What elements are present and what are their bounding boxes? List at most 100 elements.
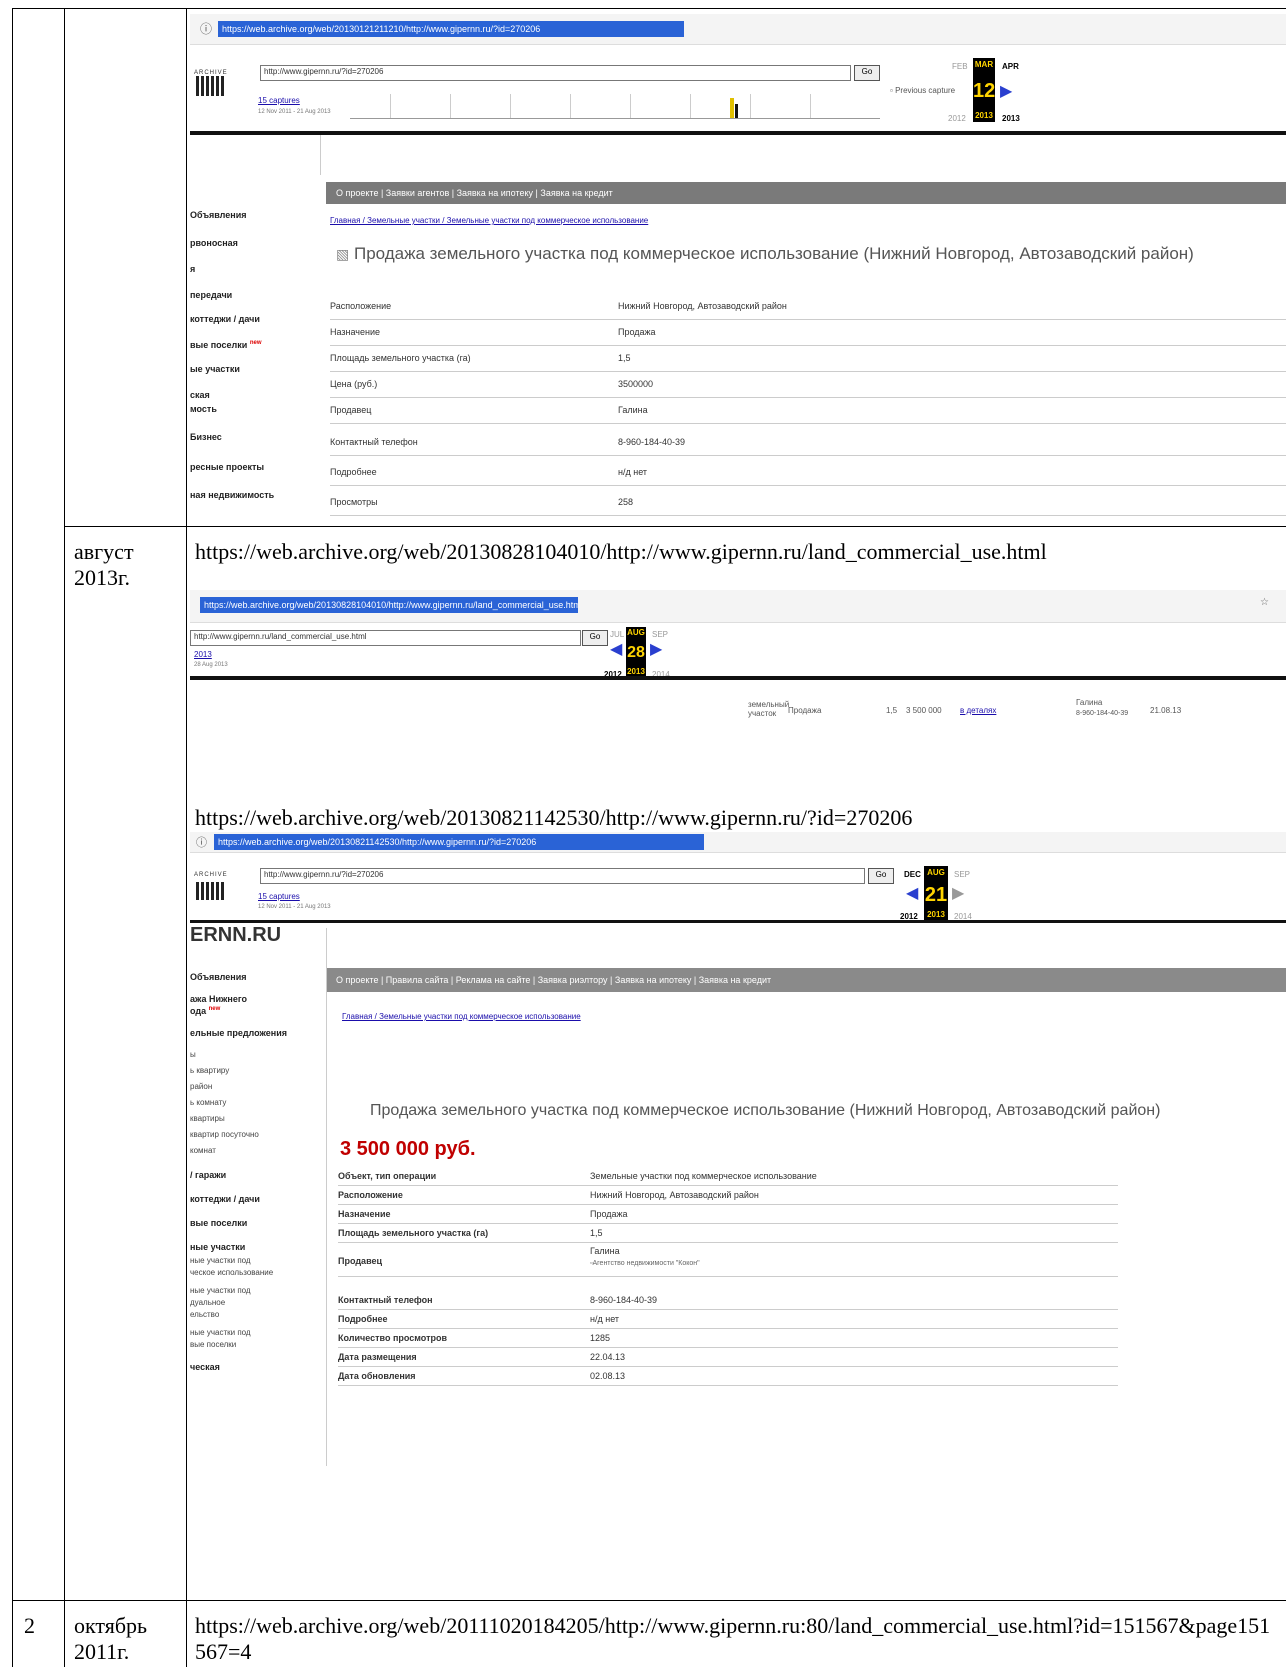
- archive-url[interactable]: https://web.archive.org/web/201308281040…: [195, 539, 1047, 565]
- sidebar-item[interactable]: ь комнату: [190, 1098, 226, 1107]
- wayback-url-input[interactable]: http://www.gipernn.ru/?id=270206: [260, 868, 865, 884]
- details-value: н/д нет: [590, 1314, 620, 1324]
- wayback-url-input[interactable]: http://www.gipernn.ru/land_commercial_us…: [190, 630, 581, 646]
- sidebar-item[interactable]: / гаражи: [190, 1170, 226, 1180]
- previous-capture-link[interactable]: ▫ Previous capture: [890, 86, 955, 95]
- details-row: Подробнее н/д нет: [338, 1311, 1118, 1329]
- address-url[interactable]: https://web.archive.org/web/201301212112…: [218, 21, 684, 37]
- details-value: Продажа: [590, 1209, 628, 1219]
- row-date: октябрь 2011г.: [74, 1613, 148, 1664]
- sidebar-item[interactable]: Объявления: [190, 210, 247, 220]
- archive-url[interactable]: https://web.archive.org/web/201110201842…: [195, 1613, 1280, 1665]
- details-value: Нижний Новгород, Автозаводский район: [618, 301, 787, 311]
- calendar-next-month[interactable]: APR: [1002, 62, 1019, 71]
- listing-fragment: 3 500 000: [906, 706, 942, 715]
- sidebar-item[interactable]: ельные предложения: [190, 1028, 287, 1038]
- details-value: Нижний Новгород, Автозаводский район: [590, 1190, 759, 1200]
- row-divider-2: [12, 1600, 1286, 1601]
- listing-fragment: земельный участок: [748, 700, 790, 718]
- captures-link[interactable]: 15 captures: [258, 96, 300, 105]
- go-button[interactable]: Go: [582, 630, 608, 646]
- sidebar-item[interactable]: ные участки под: [190, 1286, 251, 1295]
- details-row: Дата размещения 22.04.13: [338, 1349, 1118, 1367]
- breadcrumb[interactable]: Главная / Земельные участки / Земельные …: [330, 216, 648, 225]
- wayback-toolbar-bottom: [190, 131, 1286, 135]
- address-url[interactable]: https://web.archive.org/web/201308281040…: [200, 597, 578, 613]
- table-border-left: [12, 8, 13, 1667]
- next-capture-arrow-icon[interactable]: ▶: [1000, 84, 1012, 100]
- sidebar-item[interactable]: вые поселки: [190, 1340, 236, 1349]
- sidebar-item[interactable]: ода new: [190, 1006, 220, 1016]
- listing-link[interactable]: в деталях: [960, 706, 996, 715]
- archive-screenshot-1: ⓘ https://web.archive.org/web/2013012121…: [190, 14, 1286, 519]
- site-logo[interactable]: ERNN.RU: [190, 924, 281, 947]
- info-icon: ⓘ: [196, 837, 207, 849]
- calendar-prev-year: 2012: [948, 114, 966, 123]
- calendar-next-month[interactable]: SEP: [652, 630, 668, 639]
- sidebar-item[interactable]: район: [190, 1082, 212, 1091]
- sidebar-item[interactable]: рвоносная: [190, 238, 238, 248]
- sidebar-item[interactable]: мость: [190, 404, 217, 414]
- sidebar-item[interactable]: ы: [190, 1050, 196, 1059]
- captures-link[interactable]: 2013: [194, 650, 212, 659]
- sidebar-item[interactable]: коттеджи / дачи: [190, 314, 260, 324]
- go-button[interactable]: Go: [868, 868, 894, 884]
- calendar-prev-month[interactable]: DEC: [904, 870, 921, 879]
- site-top-menu[interactable]: О проекте | Правила сайта | Реклама на с…: [326, 968, 1286, 992]
- sidebar-item[interactable]: ые участки: [190, 364, 240, 374]
- sidebar-item[interactable]: ческое использование: [190, 1268, 273, 1277]
- details-label: Площадь земельного участка (га): [330, 353, 471, 363]
- sidebar-item[interactable]: квартир посуточно: [190, 1130, 259, 1139]
- sidebar-item[interactable]: вые поселки: [190, 1218, 247, 1228]
- details-value: 1,5: [590, 1228, 603, 1238]
- sidebar-item[interactable]: коттеджи / дачи: [190, 1194, 260, 1204]
- star-icon[interactable]: ☆: [1260, 597, 1269, 608]
- listing-fragment: 8-960-184-40-39: [1076, 710, 1129, 717]
- seller-agency: ▫ Агентство недвижимости "Кокон": [590, 1260, 700, 1267]
- sidebar-item[interactable]: дуальное: [190, 1298, 225, 1307]
- prev-capture-arrow-icon[interactable]: ◀: [610, 642, 622, 658]
- wayback-url-input[interactable]: http://www.gipernn.ru/?id=270206: [260, 65, 851, 81]
- next-capture-arrow-icon[interactable]: ▶: [952, 886, 964, 902]
- captures-link[interactable]: 15 captures: [258, 892, 300, 901]
- sidebar-item[interactable]: ная недвижимость: [190, 490, 274, 500]
- sidebar-item[interactable]: я: [190, 264, 195, 274]
- sidebar-item[interactable]: квартиры: [190, 1114, 225, 1123]
- sidebar-item[interactable]: Объявления: [190, 972, 247, 982]
- details-value: 8-960-184-40-39: [590, 1295, 658, 1305]
- sidebar-item[interactable]: ные участки под: [190, 1328, 251, 1337]
- sidebar-item[interactable]: ь квартиру: [190, 1066, 229, 1075]
- details-label: Дата обновления: [338, 1371, 416, 1381]
- details-value: Земельные участки под коммерческое испол…: [590, 1171, 817, 1181]
- next-capture-arrow-icon[interactable]: ▶: [650, 642, 662, 658]
- calendar-current-year: 2013: [924, 910, 948, 920]
- details-value: 258: [618, 497, 634, 507]
- new-badge: new: [249, 340, 262, 346]
- details-label: Дата размещения: [338, 1352, 417, 1362]
- details-row: Площадь земельного участка (га) 1,5: [338, 1225, 1118, 1243]
- archive-url[interactable]: https://web.archive.org/web/201308211425…: [195, 805, 912, 831]
- details-label: Объект, тип операции: [338, 1171, 437, 1181]
- calendar-prev-month[interactable]: FEB: [952, 62, 968, 71]
- calendar-next-month[interactable]: SEP: [954, 870, 970, 879]
- details-label: Просмотры: [330, 497, 378, 507]
- sidebar-item[interactable]: Бизнес: [190, 432, 222, 442]
- sidebar-item[interactable]: комнат: [190, 1146, 216, 1155]
- sidebar-item[interactable]: ская: [190, 390, 210, 400]
- sidebar-item[interactable]: вые поселки new: [190, 340, 262, 350]
- sidebar-item[interactable]: ные участки под: [190, 1256, 251, 1265]
- calendar-day: 21: [924, 880, 948, 910]
- breadcrumb[interactable]: Главная / Земельные участки под коммерче…: [342, 1012, 581, 1021]
- site-top-menu[interactable]: О проекте | Заявки агентов | Заявка на и…: [326, 182, 1286, 204]
- sidebar-item[interactable]: ажа Нижнего: [190, 994, 247, 1004]
- sidebar-item[interactable]: ные участки: [190, 1242, 245, 1252]
- sidebar-item[interactable]: ческая: [190, 1362, 220, 1372]
- sidebar-item[interactable]: передачи: [190, 290, 232, 300]
- prev-capture-arrow-icon[interactable]: ◀: [906, 886, 918, 902]
- table-col-divider-1: [64, 8, 65, 1667]
- calendar-prev-month[interactable]: JUL: [610, 630, 624, 639]
- sidebar-item[interactable]: ельство: [190, 1310, 219, 1319]
- address-url[interactable]: https://web.archive.org/web/201308211425…: [214, 834, 704, 850]
- sidebar-item[interactable]: ресные проекты: [190, 462, 264, 472]
- go-button[interactable]: Go: [854, 65, 880, 81]
